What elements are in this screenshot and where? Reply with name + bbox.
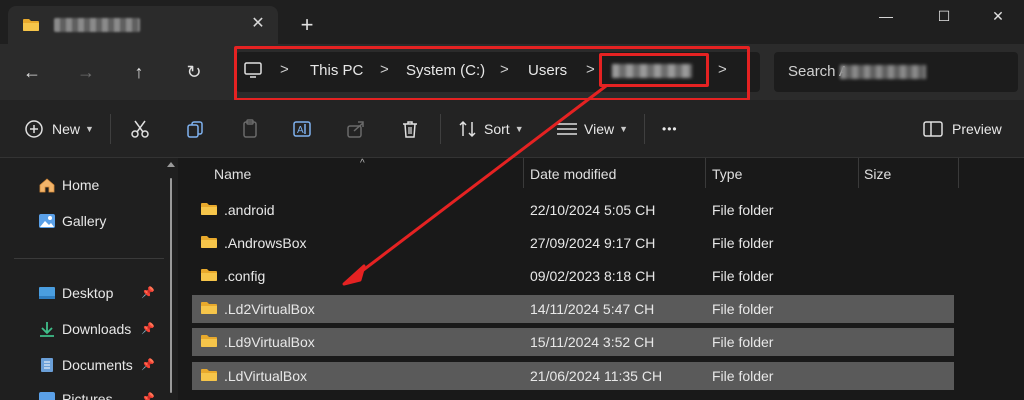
- arrow-head-icon: [342, 264, 366, 286]
- annotation-arrow: [342, 84, 607, 286]
